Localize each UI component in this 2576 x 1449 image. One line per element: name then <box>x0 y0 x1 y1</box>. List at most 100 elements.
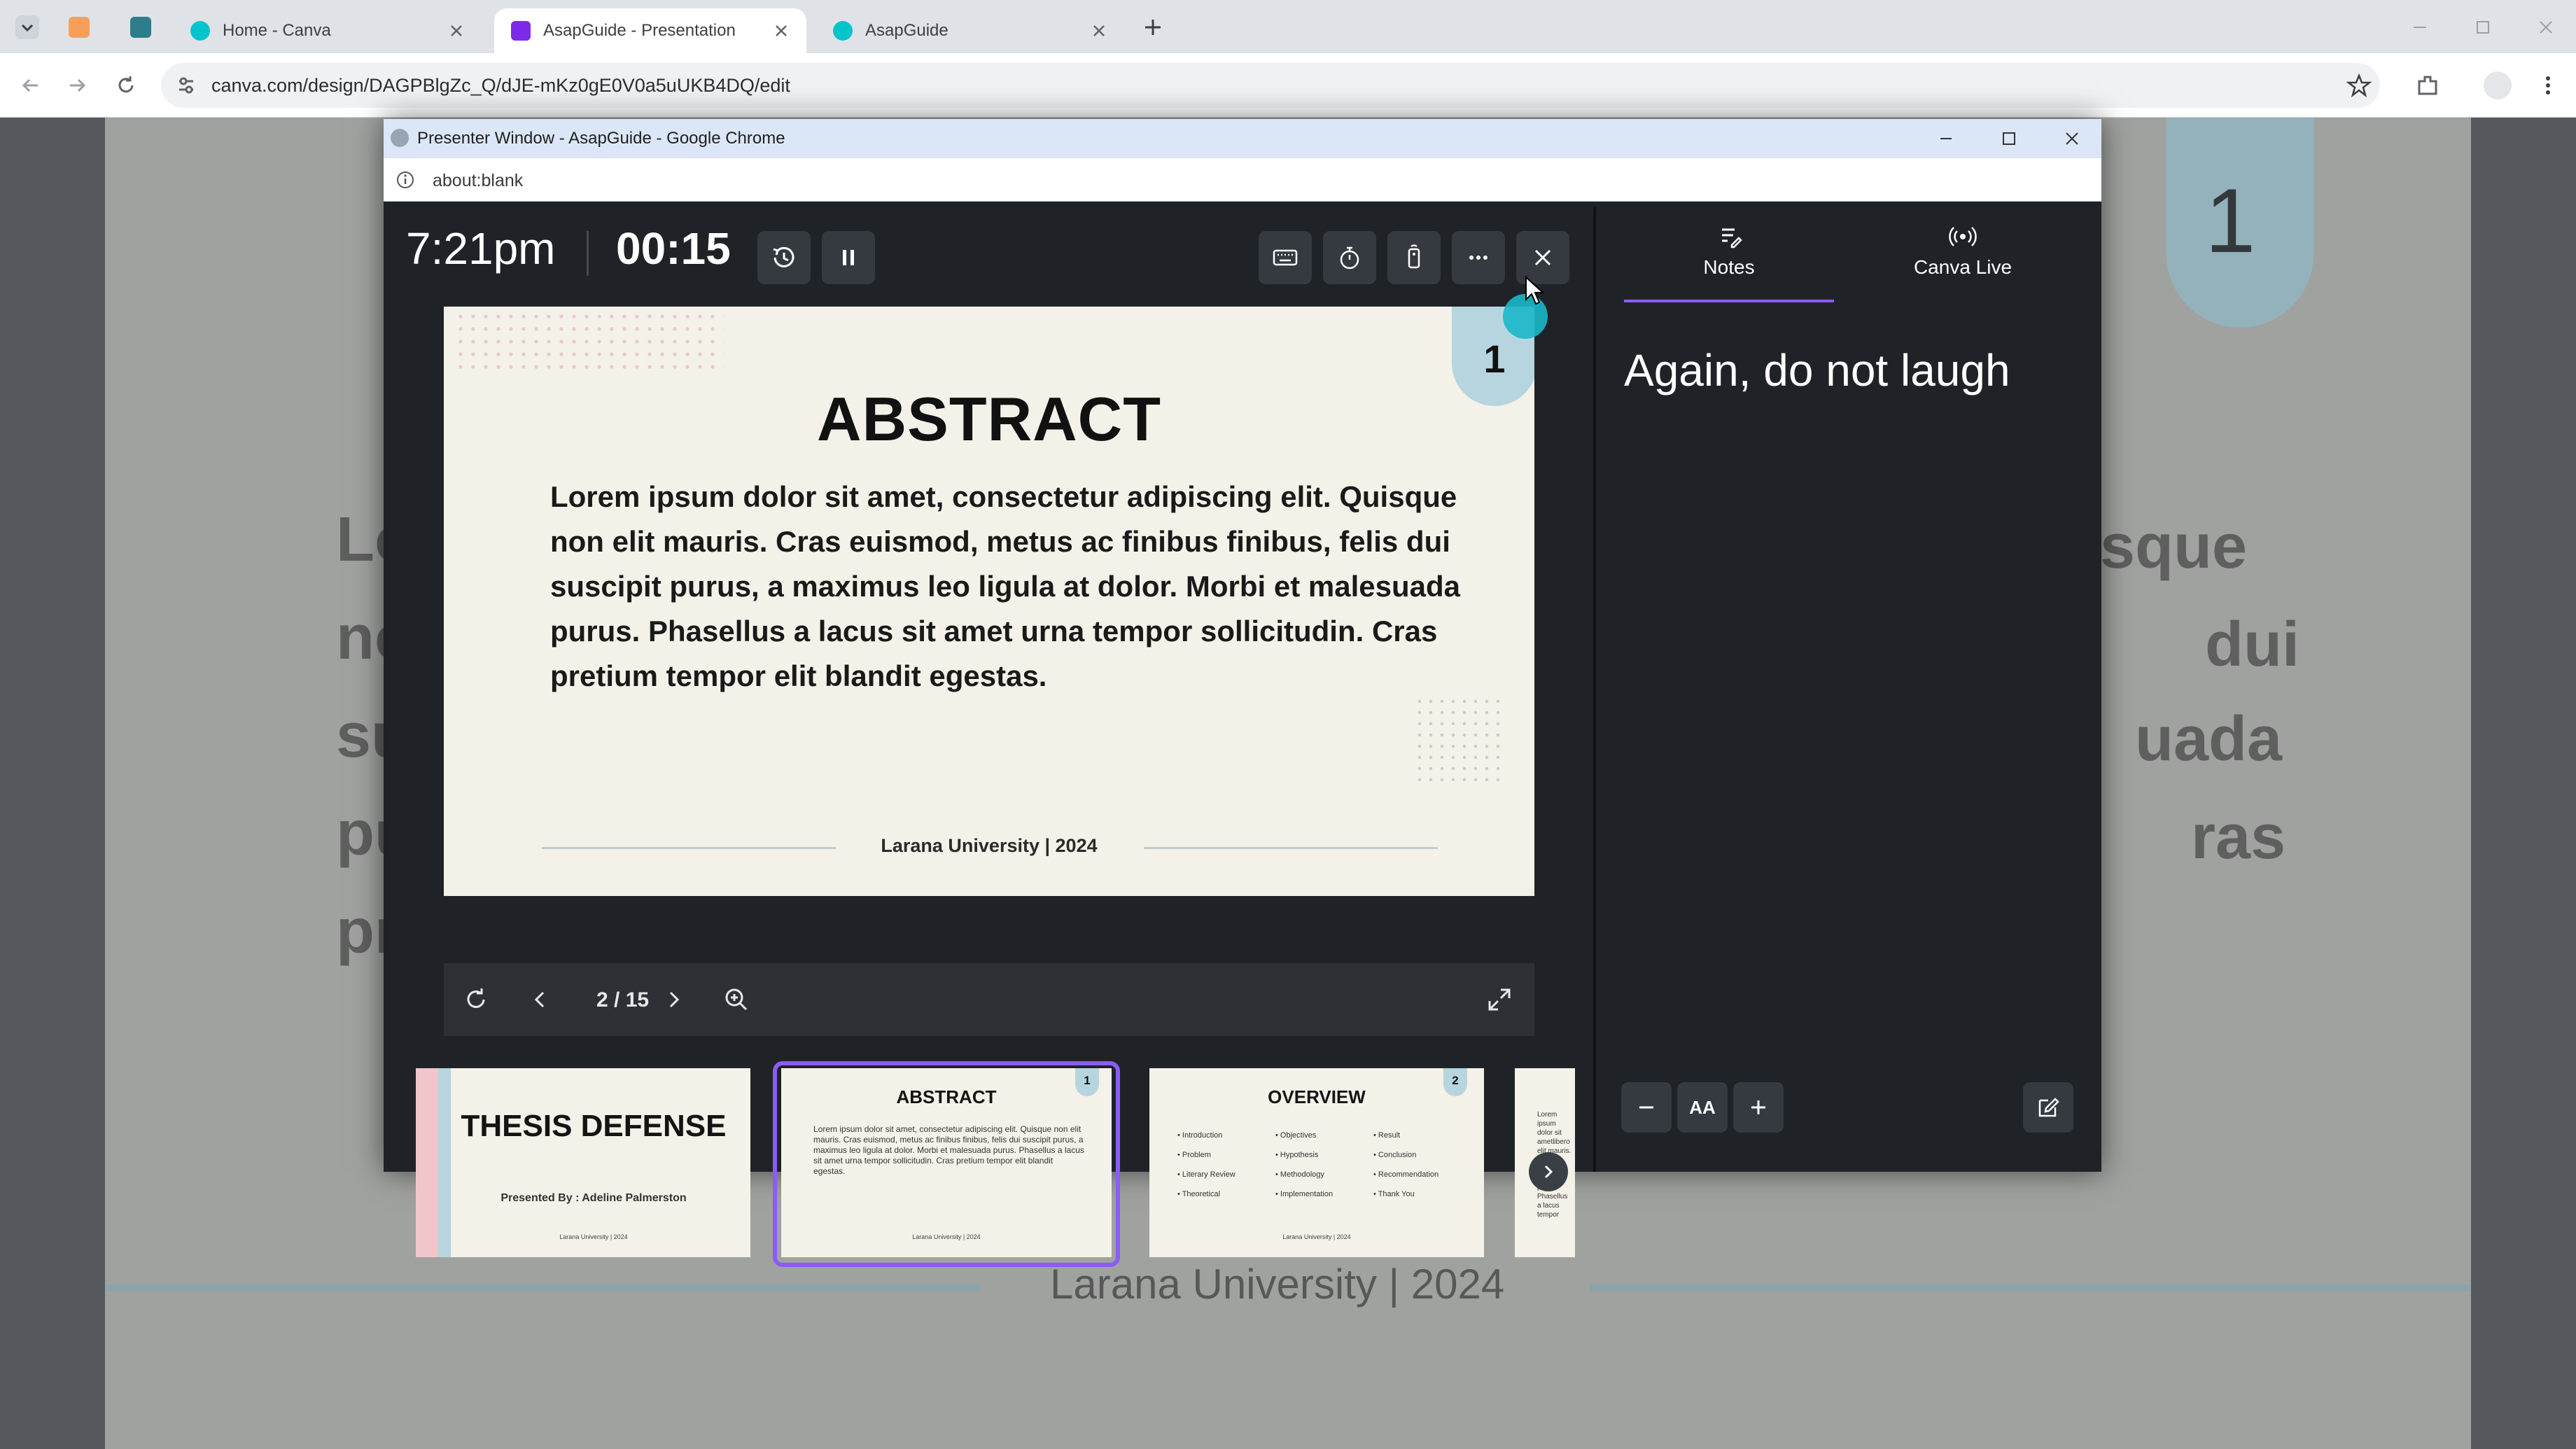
edit-pencil-icon <box>2038 1098 2059 1117</box>
next-slide-icon[interactable] <box>658 984 689 1015</box>
speaker-notes[interactable]: Again, do not laugh <box>1624 344 2010 396</box>
current-slide[interactable]: 1 ABSTRACT Lorem ipsum dolor sit amet, c… <box>444 307 1534 896</box>
tab-home-canva[interactable]: Home - Canva <box>174 8 482 53</box>
presenter-window-titlebar[interactable]: Presenter Window - AsapGuide - Google Ch… <box>384 119 2101 158</box>
new-tab-icon[interactable] <box>1141 15 1165 39</box>
thumbnail-footer: Larana University | 2024 <box>912 1233 981 1240</box>
bullet-item: • Literary Review <box>1177 1170 1236 1179</box>
bullet-item: • Introduction <box>1177 1131 1223 1140</box>
zoom-in-icon[interactable] <box>721 984 752 1015</box>
bullet-item: • Thank You <box>1373 1190 1415 1198</box>
thumbnail-title: THESIS DEFENSE <box>461 1109 727 1143</box>
tab-asapguide[interactable]: AsapGuide <box>816 8 1124 53</box>
background-margin <box>2471 118 2576 1449</box>
restart-icon[interactable] <box>461 984 491 1015</box>
tab-canva-live[interactable]: Canva Live <box>1858 256 2068 279</box>
tab-asapguide-presentation[interactable]: AsapGuide - Presentation <box>494 8 806 53</box>
decorative-dot-pattern <box>458 314 724 377</box>
page-indicator: 2 / 15 <box>596 988 650 1011</box>
notes-icon <box>1722 228 1742 248</box>
timer-button[interactable] <box>1323 231 1376 284</box>
minus-icon <box>1639 1106 1653 1109</box>
background-text-fragment: ras <box>2191 802 2286 872</box>
chevron-right-icon <box>1544 1165 1553 1179</box>
profile-avatar[interactable] <box>2484 71 2512 99</box>
slide-thumbnail[interactable]: THESIS DEFENSE Presented By : Adeline Pa… <box>416 1068 750 1257</box>
chrome-logo-icon <box>391 129 409 147</box>
pause-icon <box>843 250 854 265</box>
bullet-item: • Objectives <box>1275 1131 1317 1140</box>
minimize-icon[interactable] <box>2408 15 2432 39</box>
fullscreen-icon[interactable] <box>1484 984 1515 1015</box>
tab-notes[interactable]: Notes <box>1624 256 1834 279</box>
menu-kebab-icon[interactable] <box>2534 71 2562 99</box>
restore-icon[interactable] <box>2471 15 2495 39</box>
thumbnail-footer: Larana University | 2024 <box>559 1233 628 1240</box>
close-icon[interactable] <box>1089 21 1109 41</box>
back-arrow-icon[interactable] <box>17 71 45 99</box>
thumbnails-next-button[interactable] <box>1529 1152 1568 1191</box>
bullet-item: • Implementation <box>1275 1190 1334 1198</box>
slide-body-text: Lorem ipsum dolor sit amet, consectetur … <box>550 480 1460 692</box>
remote-control-button[interactable] <box>1387 231 1441 284</box>
divider <box>587 231 589 276</box>
slide-number: 1 <box>1483 337 1506 381</box>
bullet-item: • Problem <box>1177 1151 1211 1159</box>
thumbnail-subtitle: Presented By : Adeline Palmerston <box>500 1192 687 1204</box>
reset-timer-button[interactable] <box>757 231 811 284</box>
address-bar[interactable]: canva.com/design/DAGPBlgZc_Q/dJE-mKz0gE0… <box>161 63 2380 108</box>
slide-thumbnail-selected[interactable]: 1 ABSTRACT Lorem ipsum dolor sit amet, c… <box>781 1068 1112 1257</box>
bookmark-star-icon[interactable] <box>2346 73 2372 98</box>
decorative-stripe <box>416 1068 438 1257</box>
more-options-button[interactable] <box>1452 231 1505 284</box>
background-footer-text: Larana University | 2024 <box>1050 1261 1505 1308</box>
decorative-stripe <box>438 1068 451 1257</box>
bullet-item: • Theoretical <box>1177 1190 1221 1198</box>
thumbnail-title: OVERVIEW <box>1268 1086 1366 1107</box>
extensions-icon[interactable] <box>2414 71 2442 99</box>
decorative-dot-pattern <box>1417 699 1508 790</box>
edit-notes-button[interactable] <box>2023 1082 2073 1133</box>
info-icon[interactable] <box>395 169 416 190</box>
increase-font-button[interactable] <box>1733 1082 1784 1133</box>
thumbnail-title: ABSTRACT <box>896 1086 997 1107</box>
pinned-tab-icon[interactable] <box>69 17 90 38</box>
close-window-icon[interactable] <box>2061 127 2083 150</box>
reload-icon[interactable] <box>112 71 140 99</box>
tab-label: AsapGuide <box>865 21 948 40</box>
background-text-fragment: uada <box>2135 704 2283 774</box>
pinned-tab-icon[interactable] <box>130 17 151 38</box>
close-icon <box>1534 249 1551 266</box>
decrease-font-button[interactable] <box>1621 1082 1672 1133</box>
pause-button[interactable] <box>822 231 875 284</box>
background-footer-line <box>105 1284 980 1292</box>
maximize-icon[interactable] <box>1998 127 2020 150</box>
broadcast-icon <box>1949 227 1977 246</box>
keyboard-icon <box>1273 249 1298 266</box>
tab-search-button[interactable] <box>15 15 39 39</box>
close-icon[interactable] <box>447 21 466 41</box>
bullet-item: • Conclusion <box>1373 1151 1417 1159</box>
thumbnail-bullets: • Result • Conclusion • Recommendation •… <box>1373 1126 1438 1204</box>
forward-arrow-icon[interactable] <box>63 71 91 99</box>
close-window-icon[interactable] <box>2534 15 2558 39</box>
chevron-down-icon <box>21 24 34 32</box>
site-settings-icon[interactable] <box>175 74 197 97</box>
previous-slide-icon[interactable] <box>525 984 556 1015</box>
keyboard-shortcuts-button[interactable] <box>1259 231 1312 284</box>
close-icon[interactable] <box>771 21 791 41</box>
slide-title: ABSTRACT <box>817 384 1161 454</box>
slide-thumbnail[interactable]: 2 OVERVIEW • Introduction • Problem • Li… <box>1149 1068 1484 1257</box>
slide-footer: Larana University | 2024 <box>881 835 1098 856</box>
minimize-icon[interactable] <box>1935 127 1957 150</box>
background-slide-badge-number: 1 <box>2205 169 2256 272</box>
background-text-fragment: dui <box>2205 610 2300 680</box>
slide-control-bar: 2 / 15 <box>444 963 1534 1036</box>
thumbnail-body: Lorem ipsum dolor sit amet, consectetur … <box>813 1124 1084 1176</box>
bullet-item: • Result <box>1373 1131 1401 1140</box>
canva-favicon-icon <box>833 21 853 41</box>
presenter-window: Presenter Window - AsapGuide - Google Ch… <box>384 119 2101 1267</box>
presentation-favicon-icon <box>511 21 531 41</box>
plus-icon <box>1751 1100 1765 1114</box>
presenter-address-bar[interactable]: about:blank <box>384 158 2101 202</box>
